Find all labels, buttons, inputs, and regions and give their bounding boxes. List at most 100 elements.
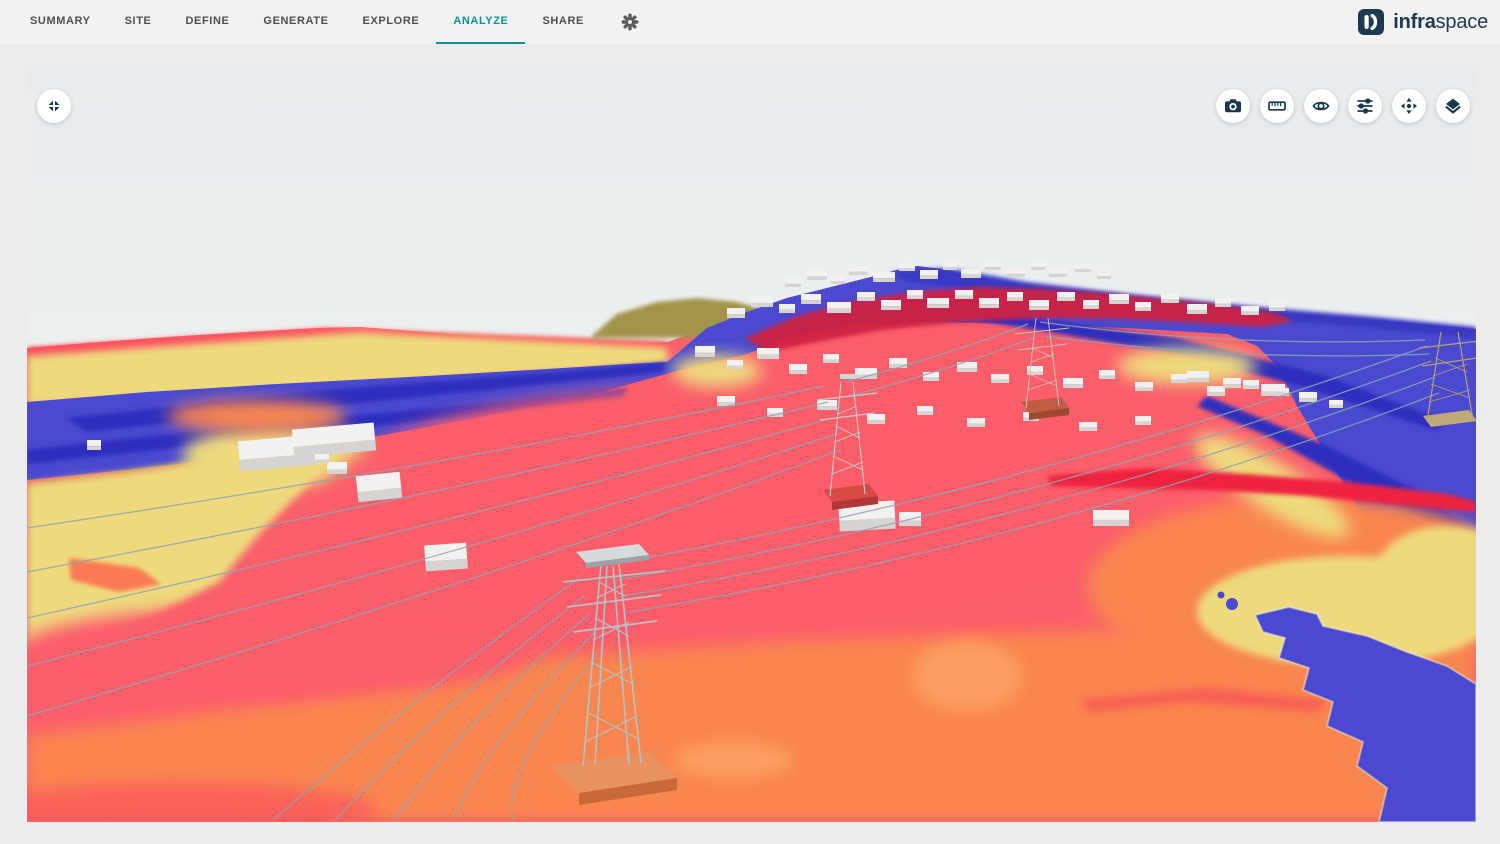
- building: [907, 290, 923, 299]
- building: [1261, 384, 1285, 396]
- building: [817, 400, 837, 410]
- gear-icon: [621, 13, 639, 31]
- building: [1079, 422, 1097, 431]
- building: [695, 346, 715, 357]
- building: [1109, 294, 1129, 304]
- building: [1135, 302, 1151, 311]
- building: [1215, 298, 1231, 307]
- building: [849, 266, 867, 275]
- building: [899, 263, 915, 271]
- ruler-icon: [1268, 97, 1286, 115]
- building: [920, 270, 938, 279]
- building: [1161, 294, 1179, 303]
- tab-generate[interactable]: GENERATE: [246, 0, 345, 44]
- building: [1007, 292, 1023, 301]
- building: [1093, 510, 1129, 526]
- map-3d-scene: [27, 66, 1476, 822]
- building: [855, 368, 877, 379]
- heatmap-terrain: [27, 266, 1476, 822]
- building: [1329, 400, 1343, 408]
- building: [1223, 378, 1241, 388]
- building: [943, 262, 957, 270]
- building: [1049, 268, 1067, 277]
- tab-summary[interactable]: SUMMARY: [13, 0, 108, 44]
- building: [87, 440, 101, 450]
- building: [1135, 416, 1151, 425]
- nav-tabs: SUMMARY SITE DEFINE GENERATE EXPLORE ANA…: [13, 0, 601, 44]
- building: [1187, 304, 1207, 314]
- layers-button[interactable]: [1436, 89, 1470, 123]
- building: [1083, 300, 1099, 309]
- building: [327, 462, 347, 474]
- pan-button[interactable]: [1392, 89, 1426, 123]
- building: [727, 360, 743, 369]
- building: [857, 292, 875, 301]
- visibility-button[interactable]: [1304, 89, 1338, 123]
- building: [1299, 392, 1317, 402]
- tab-analyze[interactable]: ANALYZE: [436, 0, 525, 44]
- tab-define[interactable]: DEFINE: [168, 0, 246, 44]
- building: [955, 290, 973, 299]
- building: [1099, 370, 1115, 379]
- eye-icon: [1312, 97, 1330, 115]
- layers-icon: [1444, 97, 1462, 115]
- building: [1075, 264, 1091, 272]
- map-toolbar: [1216, 89, 1470, 123]
- tab-site[interactable]: SITE: [108, 0, 169, 44]
- infraspace-logo-icon: [1358, 9, 1384, 35]
- settings-button[interactable]: [621, 0, 639, 44]
- tab-explore[interactable]: EXPLORE: [346, 0, 437, 44]
- building: [1007, 268, 1025, 277]
- building: [961, 269, 981, 278]
- camera-icon: [1224, 97, 1242, 115]
- building: [1097, 271, 1111, 279]
- building: [823, 354, 839, 363]
- sliders-icon: [1356, 97, 1374, 115]
- building: [1187, 371, 1209, 382]
- building: [1207, 386, 1225, 396]
- building: [881, 300, 901, 310]
- building: [967, 418, 985, 427]
- building: [873, 272, 895, 282]
- building: [979, 298, 999, 308]
- building: [801, 294, 821, 304]
- tab-share[interactable]: SHARE: [525, 0, 601, 44]
- building: [1057, 292, 1075, 301]
- brand-name-light: space: [1436, 11, 1488, 33]
- building: [1063, 378, 1083, 388]
- building: [1031, 262, 1045, 270]
- building: [315, 454, 329, 463]
- building: [991, 374, 1009, 383]
- building: [917, 406, 933, 415]
- building: [831, 276, 845, 284]
- top-nav-bar: SUMMARY SITE DEFINE GENERATE EXPLORE ANA…: [0, 0, 1500, 44]
- building: [1029, 300, 1049, 310]
- building: [1135, 382, 1153, 391]
- building: [356, 472, 402, 502]
- building: [1243, 380, 1259, 389]
- building: [779, 304, 795, 313]
- fit-view-button[interactable]: [37, 89, 71, 123]
- building: [751, 296, 773, 307]
- brand-logo: infraspace: [1358, 0, 1488, 44]
- building: [827, 302, 851, 313]
- move-arrows-icon: [1400, 97, 1418, 115]
- brand-name-bold: infra: [1393, 11, 1435, 33]
- building: [985, 262, 1001, 270]
- building: [727, 308, 745, 318]
- screenshot-button[interactable]: [1216, 89, 1250, 123]
- building: [1171, 374, 1187, 383]
- building: [1241, 306, 1259, 315]
- display-settings-button[interactable]: [1348, 89, 1382, 123]
- building: [927, 298, 949, 308]
- building: [867, 414, 885, 424]
- building: [889, 358, 907, 368]
- building: [757, 348, 779, 359]
- map-3d-viewport[interactable]: [27, 66, 1476, 822]
- measure-button[interactable]: [1260, 89, 1294, 123]
- building: [785, 278, 801, 287]
- building: [1269, 302, 1285, 311]
- compress-arrows-icon: [45, 97, 63, 115]
- building: [807, 270, 827, 280]
- brand-name: infraspace: [1393, 11, 1488, 34]
